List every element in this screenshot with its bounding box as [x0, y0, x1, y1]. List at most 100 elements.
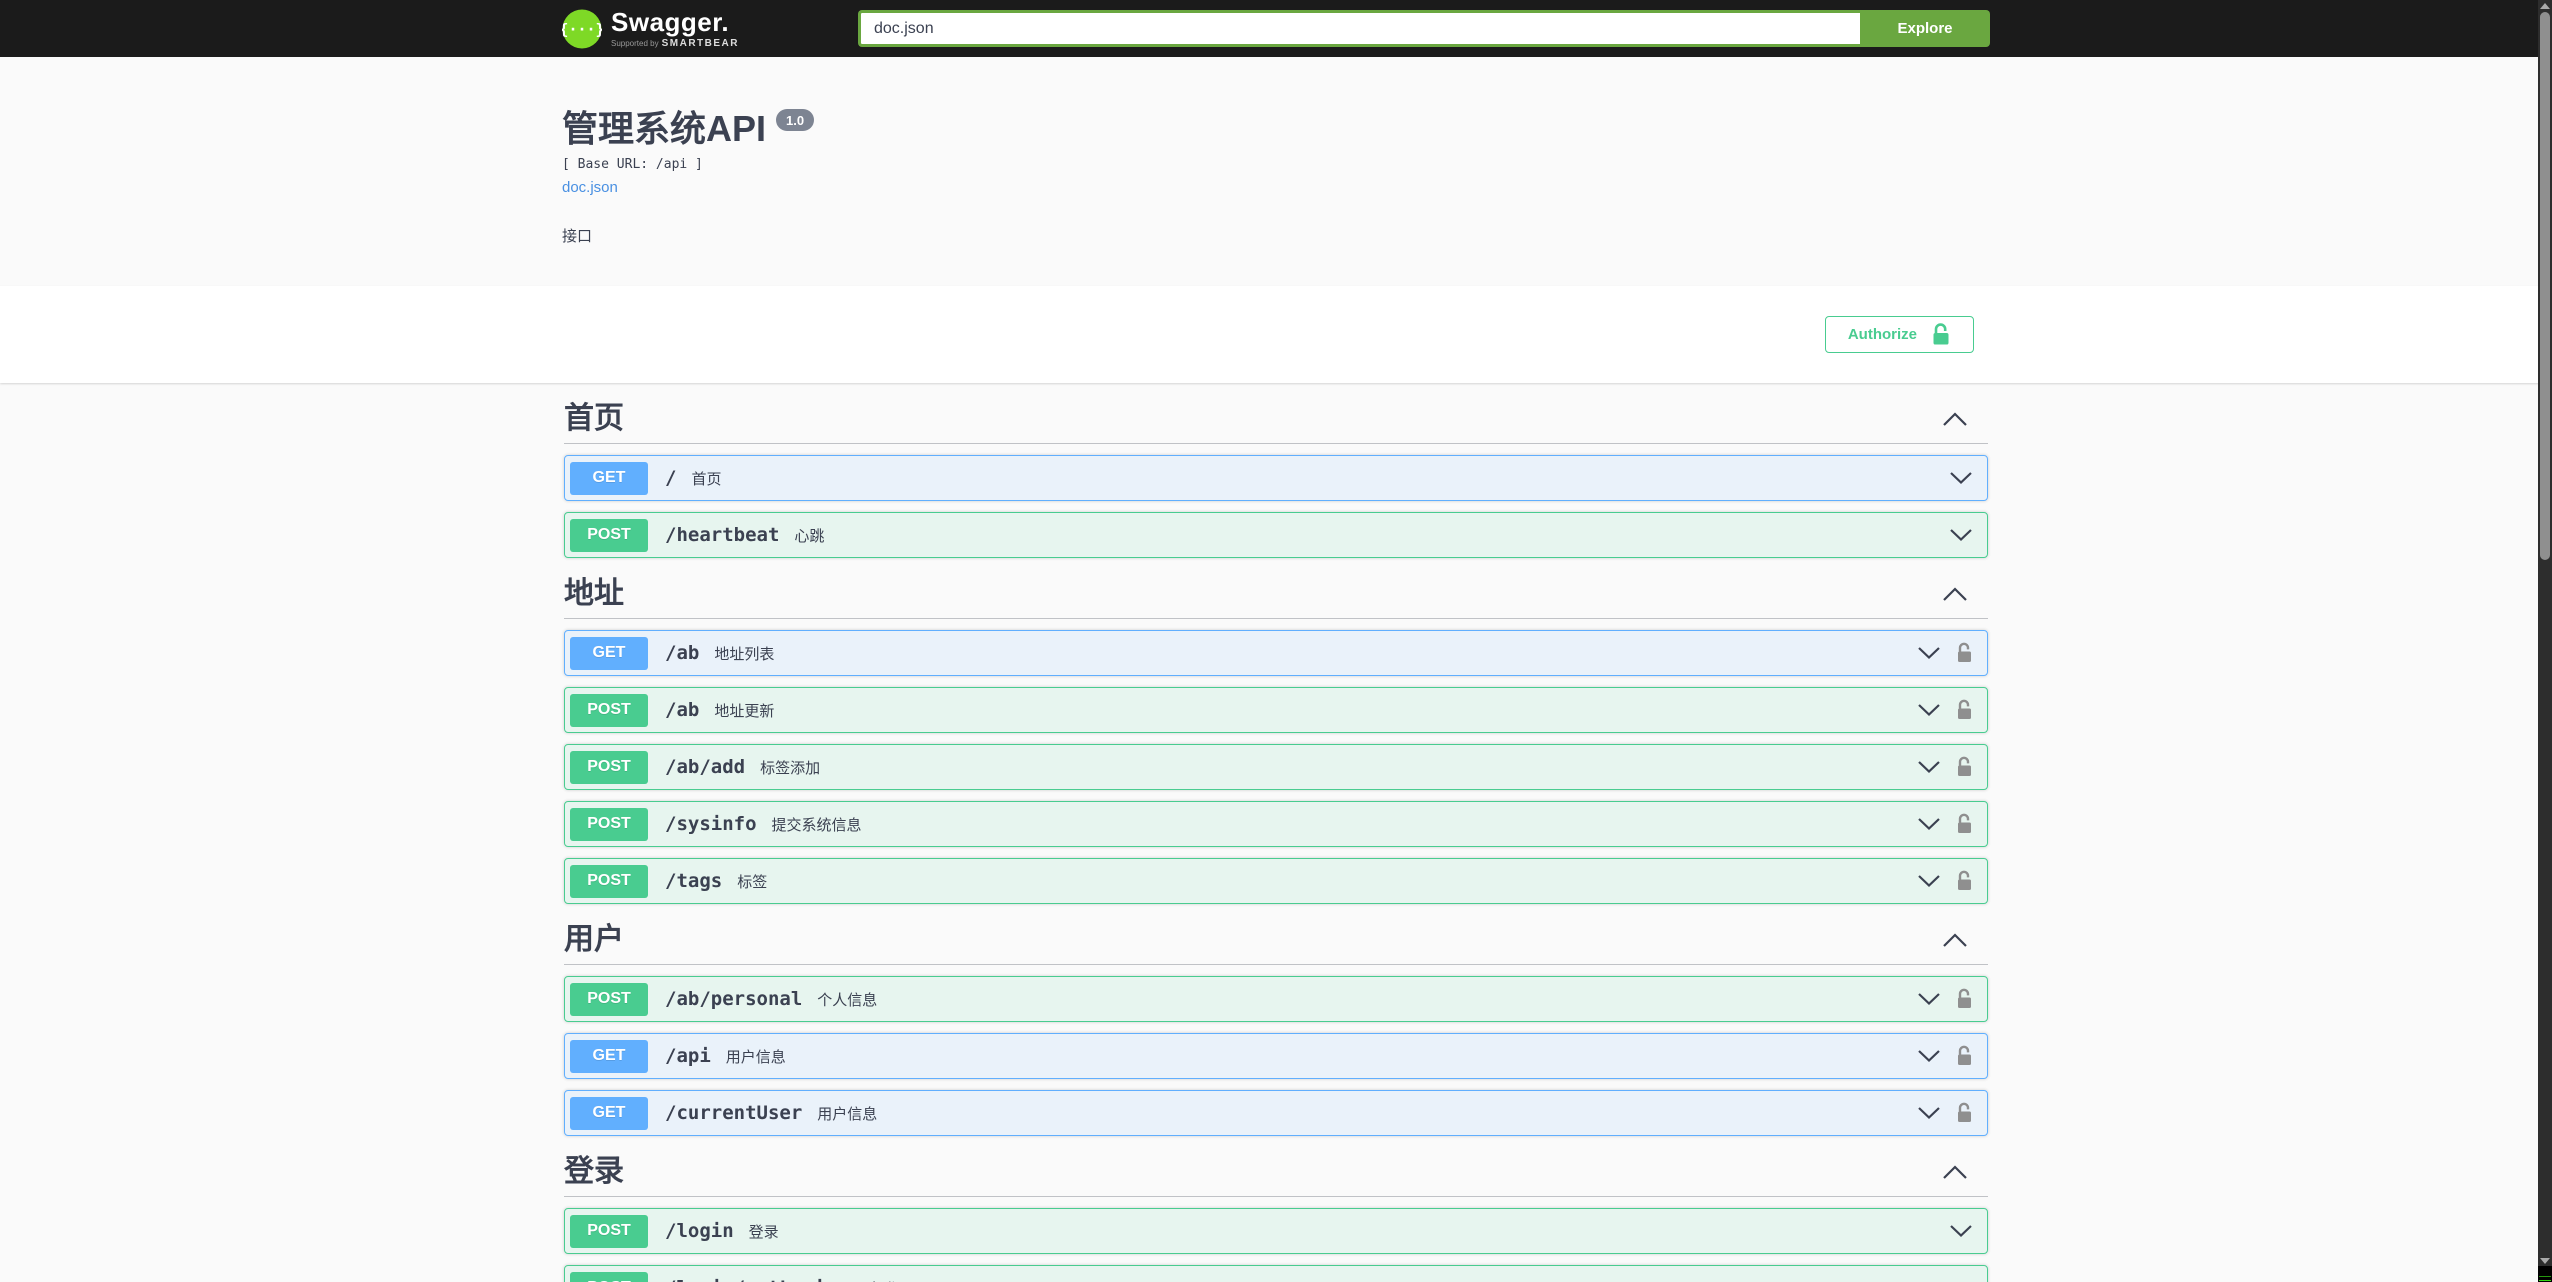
scrollbar-corner-indicator: [2538, 1266, 2552, 1282]
endpoint-summary: 心跳: [794, 527, 825, 545]
scrollbar-down-arrow[interactable]: [2540, 1258, 2550, 1264]
brand-name: Swagger.: [611, 6, 730, 37]
endpoint-path: /login: [665, 1220, 734, 1242]
endpoint-path: /api: [665, 1045, 711, 1067]
api-description: 接口: [562, 228, 593, 245]
method-badge: POST: [570, 693, 648, 727]
authorize-button[interactable]: Authorize: [1824, 316, 1974, 353]
endpoint-path: /login/outLogin: [665, 1277, 837, 1282]
tag-header[interactable]: 用户: [564, 922, 1988, 965]
brand-subtitle: Supported by SMARTBEAR: [611, 37, 739, 49]
endpoint-row[interactable]: POST/heartbeat 心跳: [564, 512, 1988, 558]
chevron-down-icon[interactable]: [1917, 992, 1941, 1006]
api-tag-section: 登录 POST/login 登录 POST/login/outLogin 退出登录: [564, 1154, 1988, 1282]
api-tag-section: 首页 GET / 首页 POST/heartbeat 心跳: [564, 401, 1988, 558]
endpoint-summary: 提交系统信息: [771, 816, 862, 834]
scrollbar-thumb[interactable]: [2540, 12, 2550, 560]
endpoint-row[interactable]: POST/login/outLogin 退出登录: [564, 1265, 1988, 1282]
chevron-down-icon[interactable]: [1917, 1106, 1941, 1120]
endpoint-summary: 登录: [748, 1223, 779, 1241]
endpoint-row[interactable]: GET / 首页: [564, 455, 1988, 501]
endpoint-path: /ab/add: [665, 756, 746, 778]
lock-icon[interactable]: [1956, 988, 1973, 1010]
tag-header[interactable]: 登录: [564, 1154, 1988, 1197]
tag-title: 登录: [564, 1155, 624, 1188]
lock-icon[interactable]: [1956, 1102, 1973, 1124]
chevron-down-icon[interactable]: [1949, 528, 1973, 542]
endpoint-path: /sysinfo: [665, 813, 757, 835]
spec-url-input[interactable]: [858, 10, 1860, 47]
method-badge: POST: [570, 807, 648, 841]
api-info-section: 管理系统API 1.0 [ Base URL: /api ] doc.json …: [546, 57, 2006, 286]
endpoint-path: /heartbeat: [665, 524, 780, 546]
endpoint-summary: 地址更新: [714, 702, 775, 720]
chevron-down-icon[interactable]: [1949, 471, 1973, 485]
method-badge: POST: [570, 864, 648, 898]
endpoint-row[interactable]: POST/ab 地址更新: [564, 687, 1988, 733]
api-tag-section: 用户 POST/ab/personal 个人信息 GET/api 用户信息 GET/cur…: [564, 922, 1988, 1136]
chevron-down-icon[interactable]: [1917, 817, 1941, 831]
chevron-up-icon[interactable]: [1942, 932, 1968, 948]
unlock-icon: [1931, 322, 1951, 347]
endpoint-summary: 用户信息: [817, 1105, 878, 1123]
version-badge: 1.0: [776, 109, 815, 131]
page-title: 管理系统API: [562, 108, 767, 149]
topbar: {···} Swagger. Supported bySMARTBEAR Exp…: [0, 0, 2552, 57]
swagger-logo-icon: {···}: [562, 9, 602, 49]
api-tag-section: 地址 GET/ab 地址列表 POST/ab 地址更新 POST/ab/add 标签添加 PO…: [564, 576, 1988, 904]
endpoint-summary: 标签: [737, 873, 768, 891]
chevron-up-icon[interactable]: [1942, 1164, 1968, 1180]
endpoint-path: /tags: [665, 870, 723, 892]
endpoint-summary: 个人信息: [817, 991, 878, 1009]
method-badge: GET: [570, 1096, 648, 1130]
chevron-down-icon[interactable]: [1917, 1049, 1941, 1063]
endpoint-row[interactable]: POST/ab/personal 个人信息: [564, 976, 1988, 1022]
chevron-down-icon[interactable]: [1949, 1224, 1973, 1238]
endpoint-path: /ab: [665, 642, 700, 664]
endpoint-summary: 首页: [691, 470, 722, 488]
lock-icon[interactable]: [1956, 642, 1973, 664]
swagger-ui-page: {···} Swagger. Supported bySMARTBEAR Exp…: [0, 0, 2552, 1282]
swagger-brand-link[interactable]: {···} Swagger. Supported bySMARTBEAR: [562, 9, 739, 49]
method-badge: GET: [570, 1039, 648, 1073]
method-badge: POST: [570, 1214, 648, 1248]
base-url: [ Base URL: /api ]: [562, 157, 703, 172]
endpoint-path: /: [665, 467, 677, 489]
chevron-down-icon[interactable]: [1917, 760, 1941, 774]
endpoint-path: /currentUser: [665, 1102, 803, 1124]
method-badge: POST: [570, 982, 648, 1016]
tag-title: 地址: [564, 577, 624, 610]
endpoint-row[interactable]: POST/tags 标签: [564, 858, 1988, 904]
chevron-down-icon[interactable]: [1917, 646, 1941, 660]
operations-list: 首页 GET / 首页 POST/heartbeat 心跳地址 GET/ab 地址列表 POST…: [546, 383, 2006, 1282]
endpoint-summary: 用户信息: [725, 1048, 786, 1066]
svg-text:{···}: {···}: [562, 20, 602, 38]
endpoint-path: /ab: [665, 699, 700, 721]
tag-title: 用户: [564, 923, 624, 956]
tag-header[interactable]: 首页: [564, 401, 1988, 444]
lock-icon[interactable]: [1956, 870, 1973, 892]
tag-header[interactable]: 地址: [564, 576, 1988, 619]
spec-doc-link[interactable]: doc.json: [562, 179, 618, 196]
page-scrollbar[interactable]: [2538, 0, 2552, 1282]
explore-button[interactable]: Explore: [1860, 10, 1990, 47]
endpoint-row[interactable]: GET/ab 地址列表: [564, 630, 1988, 676]
endpoint-row[interactable]: POST/sysinfo 提交系统信息: [564, 801, 1988, 847]
endpoint-row[interactable]: POST/ab/add 标签添加: [564, 744, 1988, 790]
lock-icon[interactable]: [1956, 813, 1973, 835]
endpoint-row[interactable]: GET/api 用户信息: [564, 1033, 1988, 1079]
lock-icon[interactable]: [1956, 699, 1973, 721]
method-badge: POST: [570, 750, 648, 784]
endpoint-row[interactable]: GET/currentUser 用户信息: [564, 1090, 1988, 1136]
lock-icon[interactable]: [1956, 1045, 1973, 1067]
chevron-down-icon[interactable]: [1917, 874, 1941, 888]
endpoint-summary: 标签添加: [760, 759, 821, 777]
scrollbar-up-arrow[interactable]: [2540, 3, 2550, 9]
lock-icon[interactable]: [1956, 756, 1973, 778]
chevron-up-icon[interactable]: [1942, 586, 1968, 602]
method-badge: POST: [570, 1271, 648, 1282]
endpoint-summary: 退出登录: [852, 1278, 912, 1282]
endpoint-row[interactable]: POST/login 登录: [564, 1208, 1988, 1254]
chevron-up-icon[interactable]: [1942, 411, 1968, 427]
chevron-down-icon[interactable]: [1917, 703, 1941, 717]
